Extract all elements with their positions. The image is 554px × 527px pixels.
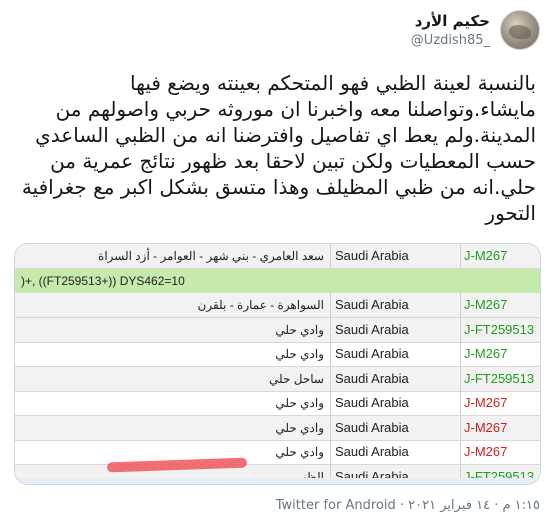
cell-place: وادي حلي — [15, 391, 331, 415]
author-display-name[interactable]: حكيم الأرد — [411, 12, 490, 30]
table-row: )+, ((FT259513+)) DYS462=10 — [15, 268, 540, 294]
table-row: سعد العامري - بني شهر - العوامر - أزد ال… — [15, 244, 540, 269]
cell-haplogroup: J-M267 — [464, 419, 508, 435]
tweet-media-image[interactable]: سعد العامري - بني شهر - العوامر - أزد ال… — [14, 243, 541, 485]
table-row: ساحل حلي Saudi Arabia J-FT259513 — [15, 366, 540, 392]
cell-haplogroup: J-M267 — [464, 395, 508, 410]
tweet-header: حكيم الأرد @Uzdish85_ — [411, 10, 540, 50]
cell-place: وادي حلي — [15, 317, 331, 342]
cell-place: سعد العامري - بني شهر - العوامر - أزد ال… — [15, 244, 331, 268]
cell-country: Saudi Arabia — [331, 366, 461, 391]
cell-haplogroup: J-FT259513 — [464, 370, 535, 386]
cell-country: Saudi Arabia — [331, 244, 461, 268]
table-row: السواهرة - عمارة - بلقرن Saudi Arabia J-M2… — [15, 293, 540, 318]
cell-place: ساحل حلي — [15, 366, 331, 391]
cell-place: السواهرة - عمارة - بلقرن — [15, 293, 331, 317]
cell-place: وادي حلي — [15, 415, 331, 440]
cell-haplogroup: J-M267 — [464, 248, 508, 263]
tweet-card: حكيم الأرد @Uzdish85_ بالنسبة لعينة الظب… — [0, 0, 554, 527]
table-row-text: )+, ((FT259513+)) DYS462=10 — [21, 273, 185, 288]
author-names: حكيم الأرد @Uzdish85_ — [411, 10, 490, 48]
table-row: وادي حلي Saudi Arabia J-FT259513 — [15, 317, 540, 343]
cell-place: وادي حلي — [15, 342, 331, 366]
cell-haplogroup: J-FT259513 — [464, 321, 535, 337]
avatar[interactable] — [500, 10, 540, 50]
cell-country: Saudi Arabia — [331, 293, 461, 317]
table-row: وادي حلي Saudi Arabia J-M267 — [15, 391, 540, 416]
cell-haplogroup: J-M267 — [464, 444, 508, 459]
tweet-footer: ١:١٥ م · ١٤ فبراير ٢٠٢١ · Twitter for An… — [276, 498, 540, 513]
table-row: وادي حلي Saudi Arabia J-M267 — [15, 415, 540, 441]
cell-country: Saudi Arabia — [331, 317, 461, 342]
tweet-time[interactable]: ١:١٥ م — [502, 498, 540, 513]
footer-separator: · — [399, 498, 405, 513]
cropped-table-row — [15, 478, 540, 484]
cell-haplogroup: J-M267 — [464, 297, 508, 312]
footer-separator: · — [494, 498, 499, 513]
author-handle[interactable]: @Uzdish85_ — [411, 33, 490, 48]
cell-country: Saudi Arabia — [331, 391, 461, 415]
cell-country: Saudi Arabia — [331, 415, 461, 440]
tweet-date[interactable]: ١٤ فبراير ٢٠٢١ — [408, 498, 490, 513]
tweet-text: بالنسبة لعينة الظبي فهو المتحكم بعينته و… — [21, 71, 536, 225]
cell-country: Saudi Arabia — [331, 440, 461, 464]
cell-country: Saudi Arabia — [331, 342, 461, 366]
table-row: وادي حلي Saudi Arabia J-M267 — [15, 342, 540, 367]
cell-haplogroup: J-M267 — [464, 346, 508, 361]
table-row: وادي حلي Saudi Arabia J-M267 — [15, 440, 540, 465]
tweet-source[interactable]: Twitter for Android — [276, 498, 396, 513]
